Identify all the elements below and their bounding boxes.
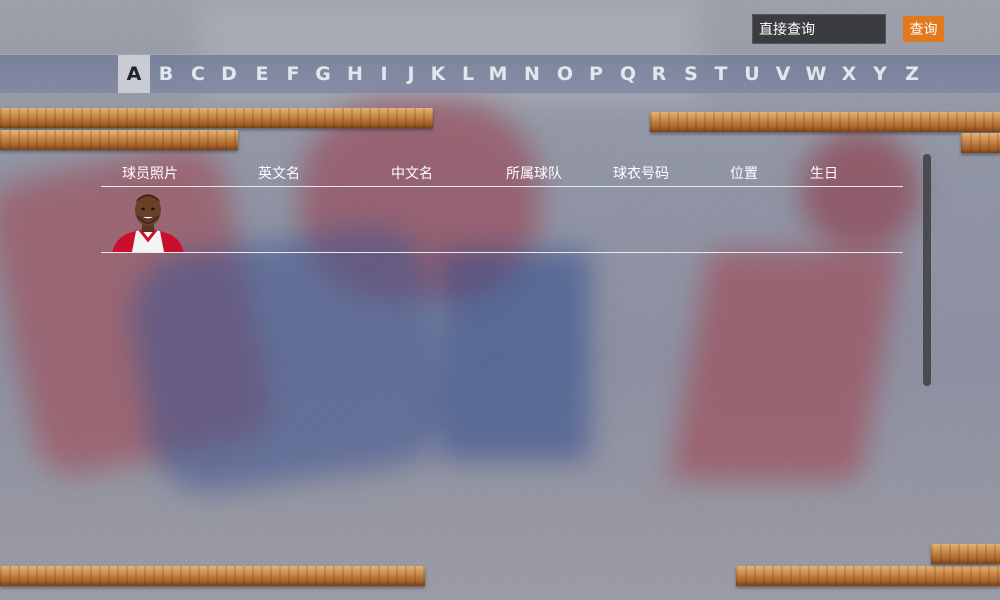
alphabet-letter-z[interactable]: Z: [896, 55, 928, 93]
alphabet-letter-n[interactable]: N: [516, 55, 548, 93]
alphabet-letter-q[interactable]: Q: [612, 55, 644, 93]
alphabet-letter-w[interactable]: W: [800, 55, 832, 93]
search-button[interactable]: 查询: [903, 16, 944, 42]
alphabet-letter-t[interactable]: T: [705, 55, 737, 93]
alphabet-letter-d[interactable]: D: [213, 55, 245, 93]
row-divider: [101, 252, 903, 253]
vertical-scrollbar[interactable]: [923, 154, 931, 386]
column-header-jersey-number: 球衣号码: [613, 166, 669, 182]
alphabet-letter-k[interactable]: K: [422, 55, 454, 93]
header-divider: [101, 186, 903, 187]
column-header-english-name: 英文名: [258, 166, 300, 182]
alphabet-letter-u[interactable]: U: [736, 55, 768, 93]
player-photo[interactable]: [108, 190, 188, 252]
column-header-birthday: 生日: [810, 166, 838, 182]
alphabet-letter-l[interactable]: L: [452, 55, 484, 93]
alphabet-letter-o[interactable]: O: [549, 55, 581, 93]
alphabet-letter-y[interactable]: Y: [864, 55, 896, 93]
wood-plank-decoration: [931, 544, 1000, 564]
column-header-team: 所属球队: [506, 166, 562, 182]
alphabet-letter-v[interactable]: V: [767, 55, 799, 93]
wood-plank-decoration: [650, 112, 1000, 132]
alphabet-letter-m[interactable]: M: [482, 55, 514, 93]
alphabet-filter-bar: ABCDEFGHIJKLMNOPQRSTUVWXYZ: [0, 54, 1000, 94]
alphabet-letter-h[interactable]: H: [339, 55, 371, 93]
alphabet-letter-s[interactable]: S: [675, 55, 707, 93]
alphabet-letter-b[interactable]: B: [150, 55, 182, 93]
wood-plank-decoration: [0, 566, 425, 586]
alphabet-letter-r[interactable]: R: [643, 55, 675, 93]
alphabet-letter-c[interactable]: C: [182, 55, 214, 93]
alphabet-letter-a[interactable]: A: [118, 55, 150, 93]
column-header-chinese-name: 中文名: [391, 166, 433, 182]
alphabet-letter-g[interactable]: G: [307, 55, 339, 93]
alphabet-letter-p[interactable]: P: [580, 55, 612, 93]
alphabet-letter-f[interactable]: F: [277, 55, 309, 93]
wood-plank-decoration: [961, 133, 1000, 153]
column-header-photo: 球员照片: [122, 166, 178, 182]
wood-plank-decoration: [0, 108, 433, 128]
wood-plank-decoration: [0, 130, 238, 150]
column-header-position: 位置: [730, 166, 758, 182]
alphabet-letter-e[interactable]: E: [246, 55, 278, 93]
search-input[interactable]: [752, 14, 886, 44]
alphabet-letter-x[interactable]: X: [833, 55, 865, 93]
wood-plank-decoration: [736, 566, 1000, 586]
